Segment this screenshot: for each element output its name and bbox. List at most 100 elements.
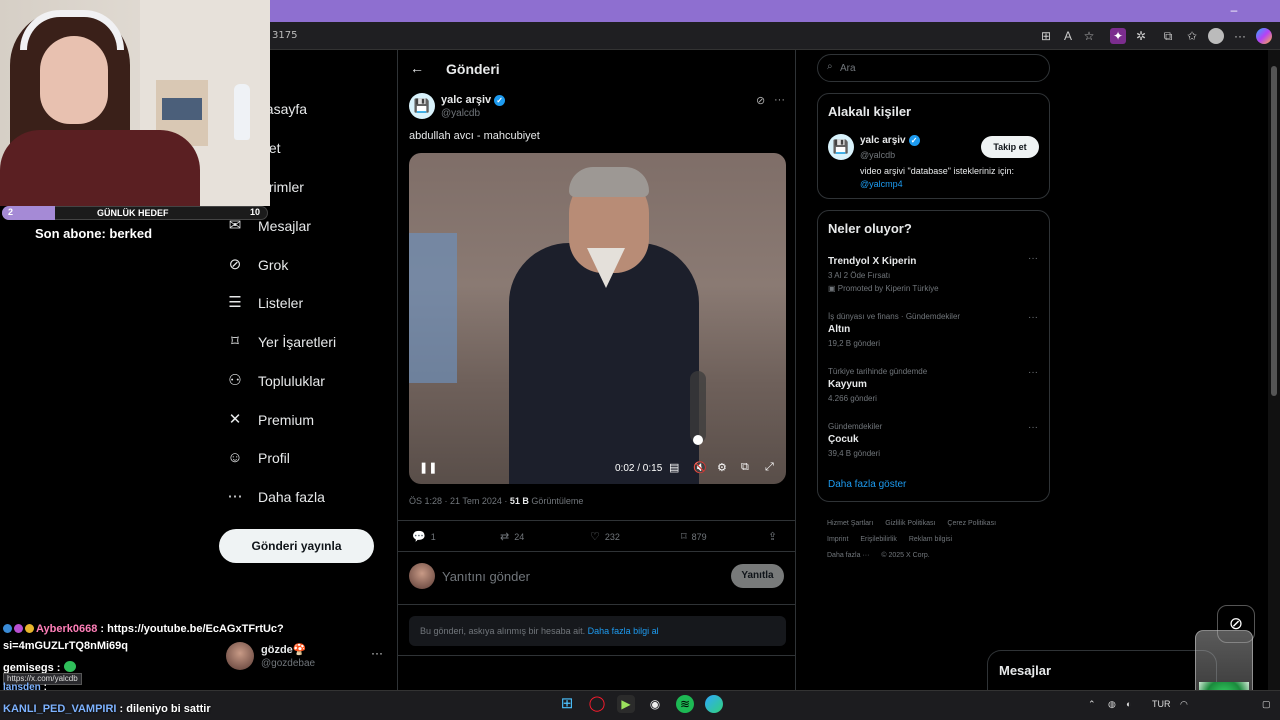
volume-slider-knob[interactable]	[693, 435, 703, 445]
post-actions: 💬 1 ⇄ 24 ♡ 232 ⌑ 879 ⇪	[398, 520, 795, 552]
windows-start-icon[interactable]: ⊞	[558, 695, 576, 713]
follow-button[interactable]: Takip et	[981, 136, 1039, 158]
floppy-disk-icon: 💾	[413, 98, 431, 113]
nav-profile[interactable]: ☺ Profil	[226, 449, 290, 467]
copilot-icon[interactable]	[1256, 28, 1272, 44]
relevant-handle[interactable]: @yalcdb	[860, 150, 895, 160]
extension-icon[interactable]: ✦	[1110, 28, 1126, 44]
fullscreen-icon[interactable]: ⤢	[765, 461, 774, 474]
nav-profile-label: Profil	[258, 450, 290, 466]
nav-premium[interactable]: ✕ Premium	[226, 411, 314, 429]
footer-link[interactable]: Reklam bilgisi	[909, 536, 952, 543]
nav-grok[interactable]: ⊘ Grok	[226, 256, 289, 274]
tray-chevron-icon[interactable]: ⌃	[1088, 699, 1096, 710]
share-button[interactable]: ⇪	[768, 530, 777, 543]
url-text[interactable]: 3175	[272, 30, 297, 41]
more-dots-icon[interactable]: ···	[1028, 312, 1038, 323]
pip-icon[interactable]: ⧉	[741, 461, 749, 474]
scrollbar-thumb[interactable]	[1271, 66, 1277, 396]
profile-avatar-icon[interactable]	[1208, 28, 1224, 44]
video-frame-hair	[569, 167, 649, 197]
nav-communities[interactable]: ⚇ Topluluklar	[226, 372, 325, 390]
nav-lists[interactable]: ☰ Listeler	[226, 294, 303, 312]
menu-dots-icon[interactable]: ···	[1232, 28, 1248, 44]
video-player[interactable]: ❚❚ 0:02 / 0:15 ▤ 🔇 ⚙ ⧉ ⤢	[409, 153, 786, 484]
captions-icon[interactable]: ▤	[669, 461, 679, 474]
learn-more-link[interactable]: Daha fazla bilgi al	[588, 626, 659, 636]
messages-drawer[interactable]: Mesajlar	[987, 650, 1217, 690]
author-avatar[interactable]: 💾	[409, 93, 435, 119]
footer-link[interactable]: Erişilebilirlik	[860, 536, 897, 543]
more-dots-icon[interactable]: ···	[371, 646, 383, 660]
heart-icon: ♡	[590, 531, 600, 543]
trend-item[interactable]: Gündemdekiler Çocuk 39,4 B gönderi ···	[828, 422, 1038, 458]
favorites-icon[interactable]: ✩	[1184, 28, 1200, 44]
pause-icon[interactable]: ❚❚	[419, 461, 437, 474]
tray-app-icon[interactable]: ◍	[1108, 699, 1116, 710]
trend-item[interactable]: Türkiye tarihinde gündemde Kayyum 4.266 …	[828, 367, 1038, 403]
footer-link[interactable]: Hizmet Şartları	[827, 520, 873, 527]
relevant-bio: video arşivi "database" istekleriniz içi…	[860, 166, 1045, 189]
more-dots-icon[interactable]: ···	[1028, 367, 1038, 378]
account-switcher[interactable]: gözde🍄 @gozdebae ···	[226, 640, 386, 672]
search-placeholder: Ara	[840, 63, 856, 74]
language-indicator[interactable]: TUR	[1152, 699, 1171, 709]
edge-icon[interactable]	[705, 695, 723, 713]
mute-icon[interactable]: 🔇	[693, 461, 707, 474]
tray-app-icon[interactable]: ◐	[1126, 699, 1131, 709]
back-arrow-icon[interactable]: ←	[410, 60, 424, 76]
chat-separator: :	[97, 623, 108, 635]
wifi-icon[interactable]: ◠	[1180, 699, 1188, 710]
volume-slider[interactable]	[690, 371, 706, 443]
reply-button[interactable]: 💬 1	[412, 530, 436, 543]
chat-badge-icon	[25, 624, 34, 633]
more-dots-icon[interactable]: ···	[1028, 422, 1038, 433]
read-aloud-icon[interactable]: A	[1060, 28, 1076, 44]
split-screen-icon[interactable]: ⧉	[1160, 28, 1176, 44]
footer-link[interactable]: Imprint	[827, 536, 848, 543]
reply-input[interactable]: Yanıtını gönder	[442, 569, 530, 584]
trend-name: Kayyum	[828, 379, 867, 390]
chat-emote-icon	[63, 661, 76, 672]
footer-link[interactable]: Daha fazla ···	[827, 552, 869, 559]
bio-link[interactable]: @yalcmp4	[860, 179, 1045, 189]
minimize-button[interactable]: –	[1226, 3, 1242, 17]
video-time: 0:02 / 0:15	[615, 463, 663, 474]
trend-item[interactable]: İş dünyası ve finans · Gündemdekiler Alt…	[828, 312, 1038, 348]
more-dots-icon[interactable]: ···	[1028, 253, 1038, 264]
author-handle[interactable]: @yalcdb	[441, 108, 480, 119]
more-dots-icon[interactable]: ···	[774, 94, 785, 106]
trend-item[interactable]: Trendyol X Kiperin 3 Al 2 Öde Fırsatı ▣ …	[828, 253, 1038, 293]
like-button[interactable]: ♡ 232	[590, 530, 620, 543]
page-title: Gönderi	[446, 61, 500, 77]
relevant-name-row[interactable]: yalc arşiv ✓	[860, 135, 920, 146]
more-circle-icon: ⋯	[227, 488, 243, 505]
obs-icon[interactable]: ◉	[646, 695, 664, 713]
grok-explain-icon[interactable]: ⊘	[756, 94, 765, 107]
opera-icon[interactable]: ◯	[588, 695, 606, 713]
search-input[interactable]: ⌕ Ara	[817, 54, 1050, 82]
post-time[interactable]: ÖS 1:28 · 21 Tem 2024 ·	[409, 496, 510, 506]
footer-link[interactable]: Çerez Politikası	[947, 520, 996, 527]
spotify-icon[interactable]: ≋	[676, 695, 694, 713]
settings-gear-icon[interactable]: ⚙	[717, 461, 727, 474]
extensions-puzzle-icon[interactable]: ✲	[1133, 28, 1149, 44]
favorite-star-icon[interactable]: ☆	[1081, 28, 1097, 44]
media-player-icon[interactable]: ▶	[617, 695, 635, 713]
nav-more[interactable]: ⋯ Daha fazla	[226, 488, 325, 506]
app-view-icon[interactable]: ⊞	[1038, 28, 1054, 44]
author-name[interactable]: yalc arşiv	[441, 94, 491, 106]
post-button[interactable]: Gönderi yayınla	[219, 529, 374, 563]
author-name-row[interactable]: yalc arşiv ✓	[441, 94, 506, 106]
grok-icon: ⊘	[228, 256, 242, 273]
nav-bookmarks[interactable]: ⌑ Yer İşaretleri	[226, 333, 336, 351]
chat-message: KANLI_PED_VAMPIRI : dileniyo bi sattir	[3, 703, 211, 715]
show-more-link[interactable]: Daha fazla göster	[828, 479, 906, 490]
notification-icon[interactable]: ▢	[1262, 699, 1271, 710]
bookmark-button[interactable]: ⌑ 879	[681, 530, 707, 543]
relevant-avatar[interactable]: 💾	[828, 134, 854, 160]
footer-link[interactable]: Gizlilik Politikası	[885, 520, 935, 527]
relevant-name[interactable]: yalc arşiv	[860, 135, 906, 146]
reply-submit-button[interactable]: Yanıtla	[731, 564, 784, 588]
repost-button[interactable]: ⇄ 24	[500, 530, 524, 543]
